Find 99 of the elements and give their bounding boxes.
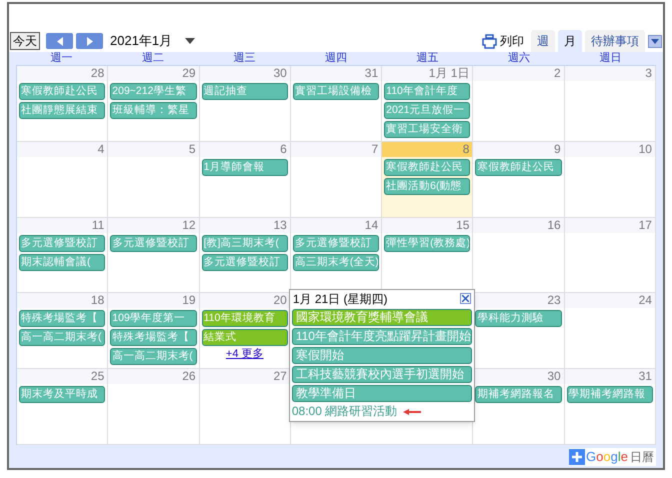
close-button[interactable] bbox=[460, 293, 471, 304]
popup-title: 1月 21日 (星期四) bbox=[292, 290, 388, 308]
caret-icon bbox=[651, 38, 659, 44]
date-label: 29 bbox=[182, 66, 196, 81]
event-chip[interactable]: 110年會計年度亮點躍昇計畫開始 bbox=[292, 328, 472, 346]
date-label: 6 bbox=[280, 142, 287, 157]
event-chip[interactable]: 多元選修暨校訂 bbox=[19, 234, 106, 252]
event-chip[interactable]: 特殊考場監考【 bbox=[19, 310, 106, 328]
event-chip[interactable]: 實習工場安全衛 bbox=[384, 121, 470, 138]
event-chip[interactable]: 1月導師會報 bbox=[202, 158, 288, 176]
today-button[interactable]: 今天 bbox=[10, 32, 40, 50]
date-label: 13 bbox=[273, 218, 287, 233]
date-label: 31 bbox=[364, 66, 378, 81]
arrow-icon bbox=[403, 408, 422, 415]
event-chip[interactable]: 工科技藝競賽校內選手初選開始 bbox=[292, 366, 472, 384]
date-label: 7 bbox=[371, 142, 378, 157]
plus-icon bbox=[569, 448, 586, 464]
event-chip[interactable]: 高一高二期末考( bbox=[19, 329, 106, 346]
date-label: 30 bbox=[273, 66, 287, 81]
view-tab[interactable]: 週 bbox=[531, 30, 555, 52]
event-chip[interactable]: 109學年度第一 bbox=[110, 310, 197, 328]
print-link[interactable]: 列印 bbox=[500, 32, 524, 50]
event-chip[interactable]: 社團靜態展結束 bbox=[19, 102, 106, 119]
date-label: 30 bbox=[547, 369, 561, 384]
event-chip[interactable]: 社團活動6(動態 bbox=[384, 178, 470, 195]
event-chip[interactable]: 110年會計年度 bbox=[384, 83, 470, 100]
left-triangle-icon bbox=[56, 36, 62, 46]
date-label: 2 bbox=[554, 66, 561, 81]
date-label: 5 bbox=[188, 142, 196, 157]
event-chip[interactable]: 期補考網路報名 bbox=[475, 386, 562, 404]
event-chip[interactable]: 寒假教師赴公民 bbox=[384, 158, 470, 176]
event-chip[interactable]: 高三期末考(全天) bbox=[292, 254, 380, 271]
event-chip[interactable]: 彈性學習(教務處) bbox=[384, 234, 470, 252]
google-calendar-badge[interactable]: Google 日曆 bbox=[569, 448, 656, 466]
event-chip[interactable]: 高一高二期末考( bbox=[110, 348, 197, 366]
date-label: 26 bbox=[182, 369, 196, 384]
month-title: 2021年1月 bbox=[110, 32, 172, 50]
event-chip[interactable]: 國家環境教育獎輔導會議 bbox=[292, 309, 472, 326]
more-link[interactable]: +4 更多 bbox=[226, 347, 264, 362]
event-chip[interactable]: [教]高三期末考( bbox=[202, 234, 288, 252]
event-chip[interactable]: 實習工場設備檢 bbox=[292, 83, 380, 100]
date-label: 25 bbox=[90, 369, 104, 384]
view-tab[interactable]: 月 bbox=[558, 30, 582, 52]
weekday-label: 週四 bbox=[324, 52, 347, 65]
date-label: 24 bbox=[638, 293, 652, 308]
event-chip[interactable]: 多元選修暨校訂 bbox=[110, 234, 197, 252]
weekday-label: 週日 bbox=[599, 52, 622, 65]
date-label: 17 bbox=[638, 218, 652, 233]
next-button[interactable] bbox=[76, 33, 103, 49]
weekday-label: 週六 bbox=[508, 52, 530, 65]
date-label: 4 bbox=[98, 142, 104, 157]
date-label: 31 bbox=[638, 369, 652, 384]
event-chip[interactable]: 學科能力測驗 bbox=[475, 310, 562, 328]
date-label: 19 bbox=[182, 293, 196, 308]
date-label: 9 bbox=[554, 142, 561, 157]
event-chip[interactable]: 209~212學生繁 bbox=[110, 83, 197, 100]
date-label: 11 bbox=[92, 218, 104, 233]
event-chip[interactable]: 特殊考場監考【 bbox=[110, 329, 197, 346]
weekday-label: 週三 bbox=[234, 52, 256, 65]
close-icon bbox=[462, 295, 469, 302]
date-label: 15 bbox=[456, 218, 470, 233]
weekday-label: 週二 bbox=[142, 52, 164, 65]
event-chip[interactable]: 多元選修暨校訂 bbox=[202, 254, 288, 271]
date-label: 10 bbox=[638, 142, 652, 157]
event-chip[interactable]: 班級輔導：繁星 bbox=[110, 102, 197, 119]
date-label: 20 bbox=[273, 293, 287, 308]
event-chip[interactable]: 學期補考網路報 bbox=[566, 386, 653, 404]
weekday-label: 週一 bbox=[50, 52, 73, 65]
event-chip[interactable]: 週記抽查 bbox=[202, 83, 288, 100]
event-chip[interactable]: 期末考及平時成 bbox=[19, 386, 106, 404]
date-label: 12 bbox=[182, 218, 196, 233]
event-chip[interactable]: 教學準備日 bbox=[292, 385, 472, 402]
date-label: 23 bbox=[547, 293, 561, 308]
event-chip[interactable]: 110年環境教育 bbox=[202, 310, 288, 328]
event-chip[interactable]: 期末認輔會議( bbox=[19, 254, 106, 271]
date-label: 3 bbox=[645, 66, 652, 81]
event-chip[interactable]: 寒假開始 bbox=[292, 347, 472, 364]
date-label: 27 bbox=[273, 369, 287, 384]
dropdown-button[interactable] bbox=[648, 34, 662, 48]
view-tab[interactable]: 待辦事項 bbox=[585, 30, 645, 52]
weekday-label: 週五 bbox=[416, 52, 438, 65]
previous-button[interactable] bbox=[46, 33, 73, 49]
event-chip[interactable]: 多元選修暨校訂 bbox=[292, 234, 380, 252]
event-chip[interactable]: 寒假教師赴公民 bbox=[19, 83, 106, 100]
right-triangle-icon bbox=[86, 36, 92, 46]
event-chip[interactable]: 結業式 bbox=[202, 329, 288, 346]
timed-event[interactable]: 08:00 網路研習活動 bbox=[292, 404, 398, 420]
printer-icon[interactable] bbox=[482, 34, 497, 48]
date-label: 16 bbox=[547, 218, 561, 233]
date-label: 18 bbox=[90, 293, 104, 308]
event-chip[interactable]: 寒假教師赴公民 bbox=[475, 158, 562, 176]
date-label: 8 bbox=[462, 142, 470, 157]
date-label: 14 bbox=[364, 218, 378, 233]
event-chip[interactable]: 2021元旦放假一 bbox=[384, 102, 470, 119]
caret-icon[interactable] bbox=[185, 38, 196, 44]
google-logo: Google bbox=[586, 448, 628, 464]
date-label: 28 bbox=[90, 66, 104, 81]
product-label: 日曆 bbox=[630, 448, 654, 466]
date-label: 1月 1日 bbox=[428, 66, 470, 81]
